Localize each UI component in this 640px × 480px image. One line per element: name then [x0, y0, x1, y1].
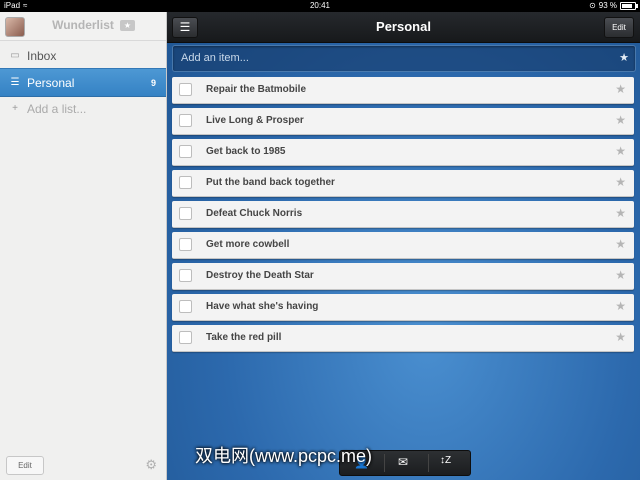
- main-panel: ☰ Personal Edit Add an item... ★ Repair …: [167, 12, 640, 480]
- list-item[interactable]: Take the red pill ★: [172, 325, 634, 352]
- checkbox[interactable]: [179, 331, 192, 344]
- checkbox[interactable]: [179, 207, 192, 220]
- checkbox[interactable]: [179, 83, 192, 96]
- list-icon: ☰: [10, 77, 20, 88]
- checkbox[interactable]: [179, 300, 192, 313]
- star-icon[interactable]: ★: [615, 237, 626, 251]
- sidebar-header: Wunderlist ★: [0, 12, 166, 41]
- checkbox[interactable]: [179, 145, 192, 158]
- add-list-label: Add a list...: [27, 101, 87, 116]
- star-icon[interactable]: ★: [615, 144, 626, 158]
- plus-icon: +: [12, 103, 18, 114]
- list-item[interactable]: Repair the Batmobile ★: [172, 77, 634, 104]
- list-item[interactable]: Get more cowbell ★: [172, 232, 634, 259]
- sidebar-item-label: Personal: [27, 75, 75, 90]
- task-title: Defeat Chuck Norris: [206, 208, 303, 219]
- task-title: Get back to 1985: [206, 146, 286, 157]
- rotation-lock-icon: ⊙: [589, 1, 596, 10]
- star-icon[interactable]: ★: [615, 268, 626, 282]
- toolbar-divider: [428, 454, 429, 472]
- task-title: Live Long & Prosper: [206, 115, 304, 126]
- task-title: Destroy the Death Star: [206, 270, 314, 281]
- sidebar-item-label: Inbox: [27, 48, 57, 63]
- sidebar: Wunderlist ★ ▭ Inbox ☰ Personal 9 + Add …: [0, 12, 167, 480]
- battery-percent: 93 %: [598, 1, 617, 10]
- task-title: Get more cowbell: [206, 239, 290, 250]
- list-item[interactable]: Live Long & Prosper ★: [172, 108, 634, 135]
- task-list: Repair the Batmobile ★ Live Long & Prosp…: [172, 77, 634, 356]
- list-item[interactable]: Get back to 1985 ★: [172, 139, 634, 166]
- add-item-placeholder: Add an item...: [181, 52, 249, 64]
- email-icon[interactable]: ✉: [398, 455, 408, 469]
- inbox-icon: ▭: [10, 50, 20, 61]
- edit-button[interactable]: Edit: [604, 17, 634, 38]
- task-title: Take the red pill: [206, 332, 282, 343]
- task-title: Repair the Batmobile: [206, 84, 307, 95]
- badge-icon: ★: [120, 20, 135, 31]
- status-time: 20:41: [309, 1, 331, 10]
- checkbox[interactable]: [179, 176, 192, 189]
- battery-icon: [620, 2, 638, 10]
- sidebar-edit-button[interactable]: Edit: [6, 456, 44, 475]
- watermark: 双电网(www.pcpc.me): [195, 446, 373, 466]
- item-count-badge: 9: [150, 77, 156, 88]
- checkbox[interactable]: [179, 269, 192, 282]
- add-item-input[interactable]: Add an item... ★: [172, 45, 636, 72]
- checkbox[interactable]: [179, 114, 192, 127]
- list-item[interactable]: Defeat Chuck Norris ★: [172, 201, 634, 228]
- sidebar-item-personal[interactable]: ☰ Personal 9: [0, 68, 166, 97]
- star-icon[interactable]: ★: [615, 175, 626, 189]
- list-item[interactable]: Have what she's having ★: [172, 294, 634, 321]
- star-icon[interactable]: ★: [615, 299, 626, 313]
- top-bar: ☰ Personal Edit: [167, 12, 640, 43]
- page-title: Personal: [376, 19, 431, 34]
- star-icon[interactable]: ★: [615, 82, 626, 96]
- star-icon[interactable]: ★: [619, 51, 629, 64]
- task-title: Put the band back together: [206, 177, 335, 188]
- list-item[interactable]: Destroy the Death Star ★: [172, 263, 634, 290]
- star-icon[interactable]: ★: [615, 330, 626, 344]
- star-icon[interactable]: ★: [615, 113, 626, 127]
- task-title: Have what she's having: [206, 301, 319, 312]
- app-title: Wunderlist: [52, 18, 114, 32]
- status-bar: iPad ≈ 20:41 ⊙ 93 %: [0, 0, 640, 12]
- gear-icon[interactable]: ⚙: [145, 457, 157, 473]
- toolbar-divider: [384, 454, 385, 472]
- sidebar-item-inbox[interactable]: ▭ Inbox: [0, 42, 166, 69]
- add-list-button[interactable]: + Add a list...: [0, 95, 166, 122]
- sort-icon[interactable]: ↕Z: [440, 455, 451, 466]
- star-icon[interactable]: ★: [615, 206, 626, 220]
- checkbox[interactable]: [179, 238, 192, 251]
- list-item[interactable]: Put the band back together ★: [172, 170, 634, 197]
